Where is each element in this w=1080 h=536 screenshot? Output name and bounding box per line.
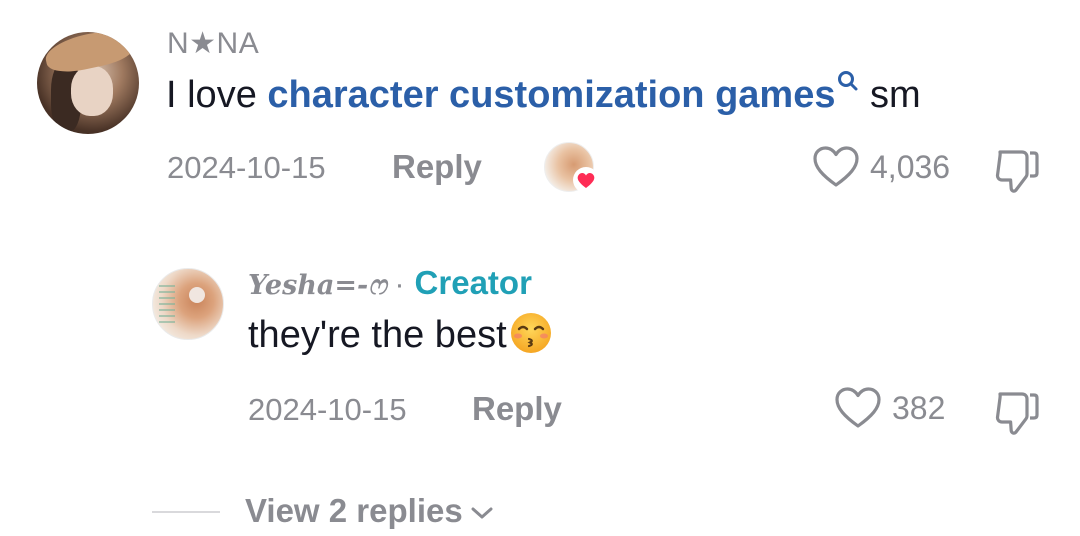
like-count: 4,036 (870, 148, 951, 185)
creator-badge: Creator (414, 264, 532, 301)
commenter-username[interactable]: N★NA (167, 26, 259, 61)
heart-outline-icon (813, 146, 859, 187)
reply-to-reply-button[interactable]: Reply (472, 390, 562, 428)
replies-divider-line (152, 511, 220, 513)
separator-dot: · (394, 268, 405, 301)
dislike-icon[interactable] (992, 388, 1042, 438)
heart-icon (573, 167, 599, 193)
liked-by-creator-badge (544, 142, 600, 194)
avatar-flower (189, 287, 205, 303)
commenter-avatar[interactable] (37, 32, 139, 134)
like-button[interactable]: 4,036 (812, 145, 950, 189)
reply-like-count: 382 (892, 389, 946, 426)
reply-button[interactable]: Reply (392, 148, 482, 186)
replier-username[interactable]: Yesha=-ෆ (248, 270, 387, 302)
reply-text-content: they're the best (248, 314, 507, 356)
reply-header: Yesha=-ෆ · Creator (248, 264, 532, 302)
search-icon[interactable] (837, 71, 859, 104)
chevron-down-icon (471, 507, 493, 519)
avatar-face (71, 66, 113, 116)
comment-text: I love character customization games sm (166, 71, 921, 117)
reply-like-button[interactable]: 382 (834, 386, 945, 430)
comment-text-after: sm (859, 74, 921, 116)
avatar-decoration (159, 285, 175, 325)
reply-date: 2024-10-15 (248, 392, 407, 427)
comment-date: 2024-10-15 (167, 150, 326, 185)
heart-outline-icon (835, 387, 881, 428)
replier-avatar[interactable] (152, 268, 224, 340)
reply-text: they're the best (248, 312, 553, 359)
view-replies-button[interactable]: View 2 replies (245, 492, 493, 530)
comment-text-before: I love (166, 74, 268, 116)
dislike-icon[interactable] (992, 146, 1042, 196)
view-replies-label: View 2 replies (245, 492, 463, 529)
kissing-face-emoji-icon (510, 312, 551, 353)
keyword-search-link[interactable]: character customization games (267, 74, 835, 116)
